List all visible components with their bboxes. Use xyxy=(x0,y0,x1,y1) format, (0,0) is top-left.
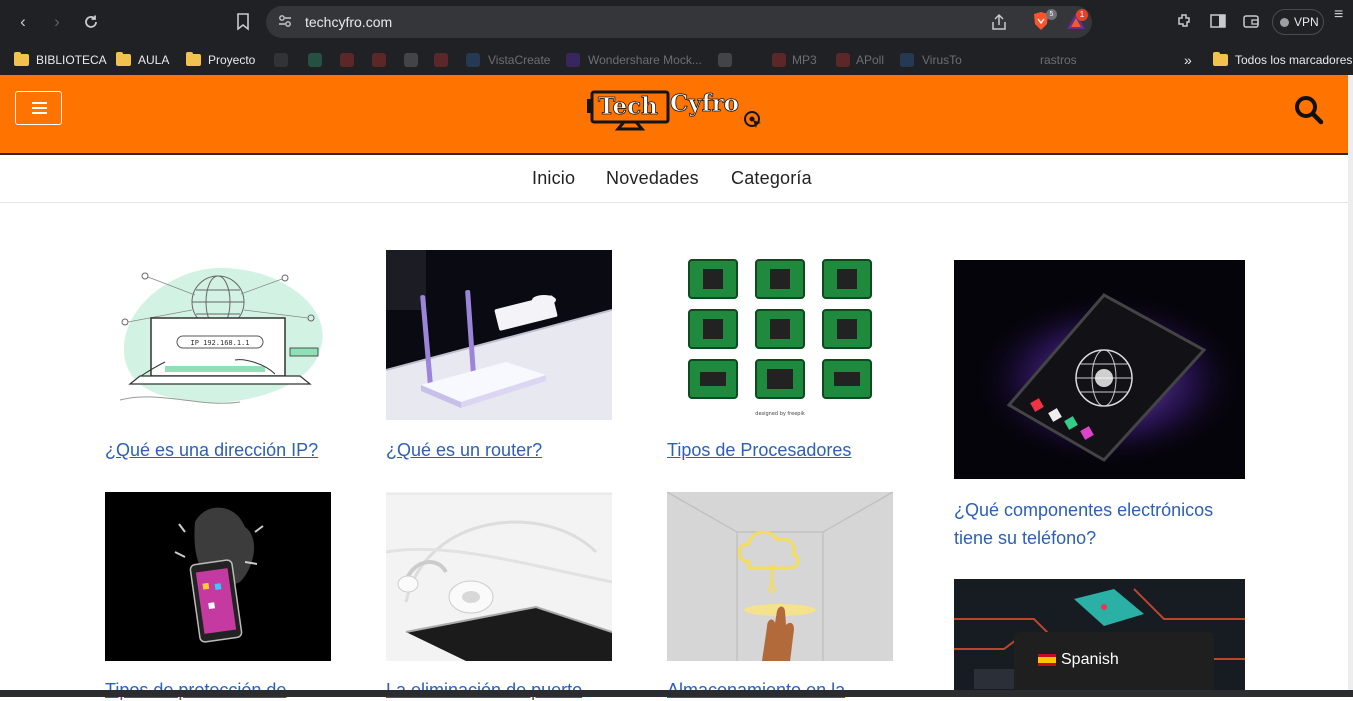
favicon-icon[interactable] xyxy=(900,53,914,67)
menu-line xyxy=(32,107,47,109)
favicon-icon[interactable] xyxy=(772,53,786,67)
bookmark-link[interactable]: APoll xyxy=(856,50,884,70)
post-image-cloud[interactable] xyxy=(667,492,893,661)
language-label: Spanish xyxy=(1061,651,1119,668)
bookmark-link[interactable]: rastros xyxy=(1040,50,1077,70)
bookmark-icon[interactable] xyxy=(232,11,254,33)
ip-label: IP 192.168.1.1 xyxy=(190,339,249,347)
extensions-icon[interactable] xyxy=(1176,12,1194,30)
folder-icon xyxy=(116,51,131,66)
site-settings-icon[interactable] xyxy=(278,14,292,28)
sidebar-icon[interactable] xyxy=(1209,12,1227,30)
site-logo[interactable]: Tech Cyfro xyxy=(584,83,768,133)
address-bar[interactable]: techcyfro.com 5 1 xyxy=(266,6,1092,38)
language-switcher[interactable]: Spanish xyxy=(1014,632,1214,692)
post-image-ip[interactable]: IP 192.168.1.1 xyxy=(105,250,331,420)
favicon-icon[interactable] xyxy=(434,53,448,67)
post-title-link[interactable]: Tipos de Procesadores xyxy=(667,440,851,461)
wallet-icon[interactable] xyxy=(1242,12,1260,30)
favicon-icon[interactable] xyxy=(274,53,288,67)
post-image-processors[interactable]: designed by freepik xyxy=(667,250,893,420)
site-header: Tech Cyfro xyxy=(0,75,1353,155)
all-bookmarks-folder[interactable]: Todos los marcadores xyxy=(1213,50,1352,70)
favicon-icon[interactable] xyxy=(836,53,850,67)
post-title-link[interactable]: ¿Qué es una dirección IP? xyxy=(105,440,318,461)
favicon-icon[interactable] xyxy=(466,53,480,67)
folder-icon xyxy=(1213,51,1228,66)
logo-text-cyfro: Cyfro xyxy=(670,90,739,117)
favicon-icon[interactable] xyxy=(718,53,732,67)
main-navigation: Inicio Novedades Categoría xyxy=(0,157,1353,203)
bookmark-folder[interactable]: Proyecto xyxy=(186,50,255,70)
folder-icon xyxy=(186,51,201,66)
post-title-link[interactable]: ¿Qué componentes electrónicos tiene su t… xyxy=(954,496,1245,552)
bookmark-link[interactable]: VirusTo xyxy=(922,50,962,70)
url-text[interactable]: techcyfro.com xyxy=(305,14,392,30)
nav-item-categoria[interactable]: Categoría xyxy=(731,168,812,189)
browser-menu-icon[interactable]: ≡ xyxy=(1334,7,1343,32)
favicon-icon[interactable] xyxy=(404,53,418,67)
spain-flag-icon xyxy=(1038,654,1056,666)
bookmark-link[interactable]: MP3 xyxy=(792,50,817,70)
back-icon[interactable]: ‹ xyxy=(12,11,34,33)
vpn-button[interactable]: VPN xyxy=(1272,9,1324,35)
vpn-status-icon xyxy=(1280,18,1289,27)
bookmark-folder[interactable]: AULA xyxy=(116,50,169,70)
hamburger-menu-button[interactable] xyxy=(15,91,62,125)
bookmark-link[interactable]: Wondershare Mock... xyxy=(588,50,702,70)
search-icon[interactable] xyxy=(1294,95,1324,125)
share-icon[interactable] xyxy=(990,13,1008,31)
logo-text-tech: Tech xyxy=(598,93,658,120)
post-image-earphones[interactable] xyxy=(386,492,612,661)
nav-item-novedades[interactable]: Novedades xyxy=(606,168,699,189)
menu-line xyxy=(32,112,47,114)
nav-item-inicio[interactable]: Inicio xyxy=(532,168,575,189)
bookmarks-bar: BIBLIOTECA AULA Proyecto VistaCreate Won… xyxy=(0,44,1353,75)
forward-icon[interactable]: › xyxy=(46,11,68,33)
menu-line xyxy=(32,102,47,104)
favicon-icon[interactable] xyxy=(340,53,354,67)
page-scrollbar[interactable] xyxy=(1348,75,1353,697)
rewards-count-badge: 1 xyxy=(1076,9,1088,21)
folder-icon xyxy=(14,51,29,66)
post-image-phone-splash[interactable] xyxy=(105,492,331,661)
vpn-label: VPN xyxy=(1294,15,1319,29)
freepik-credit: designed by freepik xyxy=(755,411,805,417)
reload-icon[interactable] xyxy=(80,11,102,33)
favicon-icon[interactable] xyxy=(372,53,386,67)
shields-count-badge: 5 xyxy=(1046,9,1057,20)
post-image-router[interactable] xyxy=(386,250,612,420)
favicon-icon[interactable] xyxy=(566,53,580,67)
taskbar xyxy=(0,690,1353,697)
favicon-icon[interactable] xyxy=(308,53,322,67)
more-bookmarks-icon[interactable]: » xyxy=(1184,50,1192,70)
post-image-smartphone[interactable] xyxy=(954,260,1245,479)
browser-chrome: ‹ › techcyfro.com 5 1 VPN ≡ BIBLIOTECA A… xyxy=(0,0,1353,75)
bookmark-folder[interactable]: BIBLIOTECA xyxy=(14,50,107,70)
bookmark-link[interactable]: VistaCreate xyxy=(488,50,550,70)
browser-toolbar: ‹ › techcyfro.com 5 1 VPN ≡ xyxy=(0,0,1353,44)
post-title-link[interactable]: ¿Qué es un router? xyxy=(386,440,542,461)
